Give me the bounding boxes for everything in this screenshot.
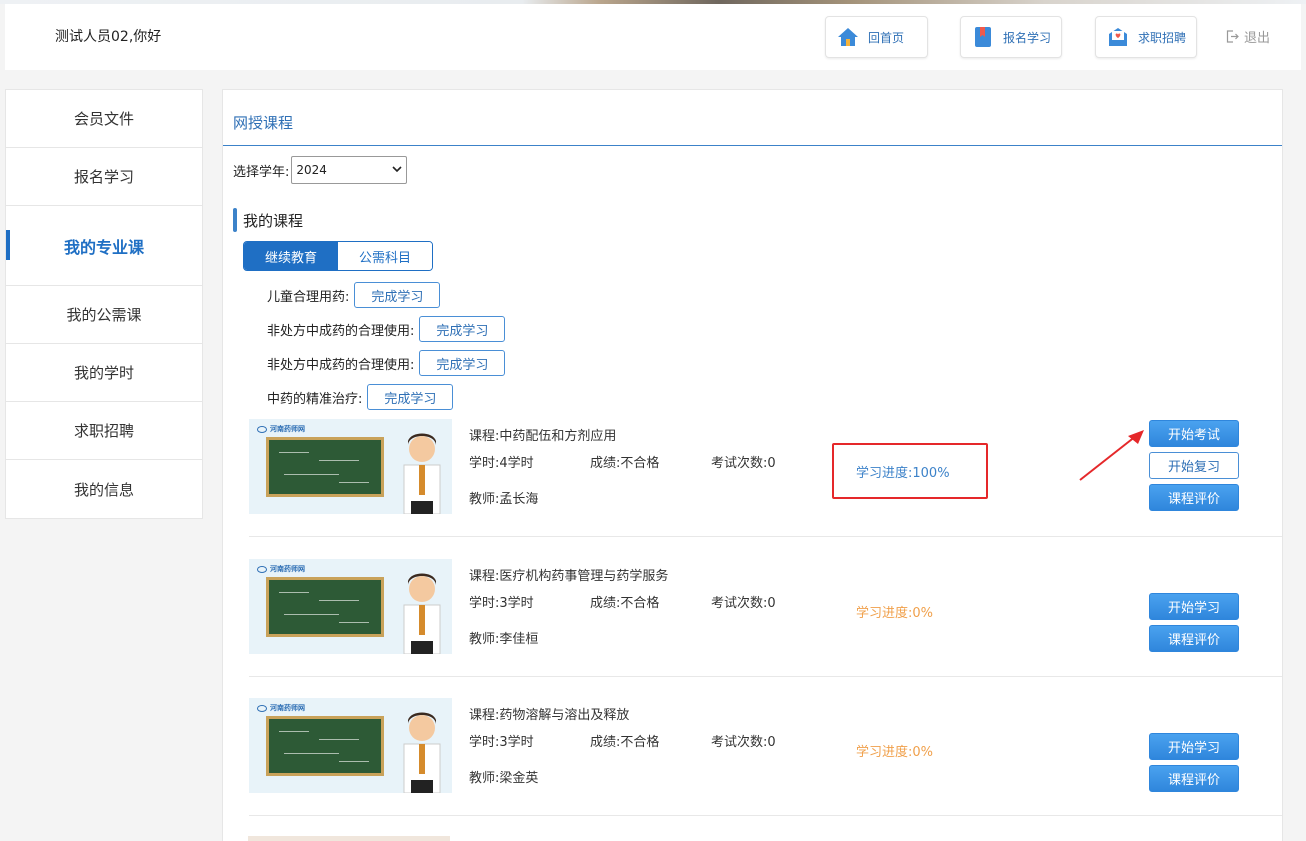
- sidebar-item-my-info[interactable]: 我的信息: [6, 460, 202, 518]
- sidebar-item-label: 我的信息: [73, 480, 134, 499]
- start-study-button[interactable]: 开始学习: [1149, 593, 1239, 620]
- sidebar-item-my-hours[interactable]: 我的学时: [6, 344, 202, 402]
- next-course-thumbnail-edge: [248, 836, 450, 841]
- course-evaluation-button[interactable]: 课程评价: [1149, 625, 1239, 652]
- sidebar-item-label: 求职招聘: [73, 422, 134, 440]
- sidebar-item-enroll[interactable]: 报名学习: [6, 148, 202, 206]
- course-name: 课程:药物溶解与溶出及释放: [469, 708, 630, 723]
- home-icon: [836, 25, 860, 49]
- course-exam-count: 考试次数:0: [711, 596, 776, 611]
- sidebar-item-my-public-courses[interactable]: 我的公需课: [6, 286, 202, 344]
- chalkboard-image: [266, 577, 384, 637]
- completed-course-name: 中药的精准治疗:: [267, 391, 363, 407]
- course-hours: 学时:3学时: [469, 735, 534, 750]
- course-score: 成绩:不合格: [590, 456, 660, 471]
- year-select-value: 2024: [296, 163, 327, 177]
- start-review-button[interactable]: 开始复习: [1149, 452, 1239, 479]
- start-exam-button[interactable]: 开始考试: [1149, 420, 1239, 447]
- course-tabs: 继续教育 公需科目: [243, 241, 433, 271]
- completed-course-name: 非处方中成药的合理使用:: [267, 323, 415, 339]
- complete-study-button[interactable]: 完成学习: [354, 282, 441, 308]
- enroll-button-label: 报名学习: [1003, 30, 1052, 45]
- enroll-button[interactable]: 报名学习: [960, 16, 1062, 58]
- user-greeting: 测试人员02,你好: [55, 29, 162, 45]
- site-logo: 河南药师网: [257, 564, 305, 574]
- course-progress: 学习进度:0%: [856, 606, 934, 621]
- course-thumbnail: 河南药师网: [249, 419, 452, 514]
- complete-study-button[interactable]: 完成学习: [367, 384, 454, 410]
- logout-button[interactable]: 退出: [1226, 27, 1270, 46]
- completed-course-name: 儿童合理用药:: [267, 289, 350, 305]
- course-thumbnail: 河南药师网: [249, 559, 452, 654]
- sidebar-item-jobs[interactable]: 求职招聘: [6, 402, 202, 460]
- tab-public-subjects[interactable]: 公需科目: [338, 242, 432, 270]
- chevron-down-icon: [392, 165, 402, 176]
- complete-study-button[interactable]: 完成学习: [419, 350, 506, 376]
- course-teacher: 教师:孟长海: [469, 492, 539, 507]
- site-logo: 河南药师网: [257, 424, 305, 434]
- title-divider: [223, 145, 1282, 146]
- home-button[interactable]: 回首页: [825, 16, 928, 58]
- mail-icon: [1106, 25, 1130, 49]
- completed-course-item: 非处方中成药的合理使用: 完成学习: [267, 350, 506, 376]
- course-evaluation-button[interactable]: 课程评价: [1149, 765, 1239, 792]
- page-title: 网授课程: [233, 114, 294, 132]
- completed-course-name: 非处方中成药的合理使用:: [267, 357, 415, 373]
- course-exam-count: 考试次数:0: [711, 456, 776, 471]
- completed-course-item: 中药的精准治疗: 完成学习: [267, 384, 454, 410]
- chalkboard-image: [266, 716, 384, 776]
- section-title: 我的课程: [233, 208, 303, 232]
- course-evaluation-button[interactable]: 课程评价: [1149, 484, 1239, 511]
- course-exam-count: 考试次数:0: [711, 735, 776, 750]
- sidebar-item-label: 会员文件: [73, 110, 134, 128]
- sidebar-item-label: 我的专业课: [63, 237, 144, 257]
- course-card: 河南药师网 课程:医疗机构药事管理与药学服务 学时:3学时 成绩:不合格 考试次…: [249, 559, 1282, 677]
- course-progress: 学习进度:100%: [856, 466, 950, 481]
- year-selector-row: 选择学年: 2024: [233, 156, 408, 184]
- course-teacher: 教师:梁金英: [469, 771, 539, 786]
- course-score: 成绩:不合格: [590, 596, 660, 611]
- course-card: 河南药师网 课程:药物溶解与溶出及释放 学时:3学时 成绩:不合格 考试次数:0…: [249, 698, 1282, 816]
- course-teacher: 教师:李佳桓: [469, 632, 539, 647]
- jobs-button[interactable]: 求职招聘: [1095, 16, 1197, 58]
- book-icon: [971, 25, 995, 49]
- complete-study-button[interactable]: 完成学习: [419, 316, 506, 342]
- completed-course-item: 儿童合理用药: 完成学习: [267, 282, 441, 308]
- course-thumbnail: 河南药师网: [249, 698, 452, 793]
- course-hours: 学时:3学时: [469, 596, 534, 611]
- teacher-illustration: [403, 433, 441, 514]
- home-button-label: 回首页: [868, 30, 905, 45]
- sidebar-item-label: 报名学习: [73, 168, 134, 186]
- red-arrow-annotation: [1079, 430, 1144, 481]
- course-score: 成绩:不合格: [590, 735, 660, 750]
- tab-continuing-education[interactable]: 继续教育: [244, 242, 338, 270]
- logout-icon: [1226, 30, 1239, 43]
- sidebar-item-label: 我的公需课: [66, 306, 142, 324]
- sidebar-item-label: 我的学时: [73, 364, 134, 382]
- course-hours: 学时:4学时: [469, 456, 534, 471]
- start-study-button[interactable]: 开始学习: [1149, 733, 1239, 760]
- header: 测试人员02,你好 回首页 报名学习 求职招聘 退出: [5, 4, 1301, 70]
- year-label: 选择学年:: [233, 164, 290, 180]
- site-logo: 河南药师网: [257, 703, 305, 713]
- sidebar-item-my-professional-courses[interactable]: 我的专业课: [6, 206, 202, 286]
- logout-label: 退出: [1244, 31, 1271, 46]
- course-progress: 学习进度:0%: [856, 745, 934, 760]
- sidebar-item-member-files[interactable]: 会员文件: [6, 90, 202, 148]
- chalkboard-image: [266, 437, 384, 497]
- course-name: 课程:中药配伍和方剂应用: [469, 429, 617, 444]
- completed-course-item: 非处方中成药的合理使用: 完成学习: [267, 316, 506, 342]
- course-name: 课程:医疗机构药事管理与药学服务: [469, 569, 669, 584]
- teacher-illustration: [403, 712, 441, 793]
- year-select[interactable]: 2024: [291, 156, 408, 184]
- teacher-illustration: [403, 573, 441, 654]
- sidebar: 会员文件 报名学习 我的专业课 我的公需课 我的学时 求职招聘 我的信息: [5, 89, 203, 519]
- jobs-button-label: 求职招聘: [1138, 30, 1187, 45]
